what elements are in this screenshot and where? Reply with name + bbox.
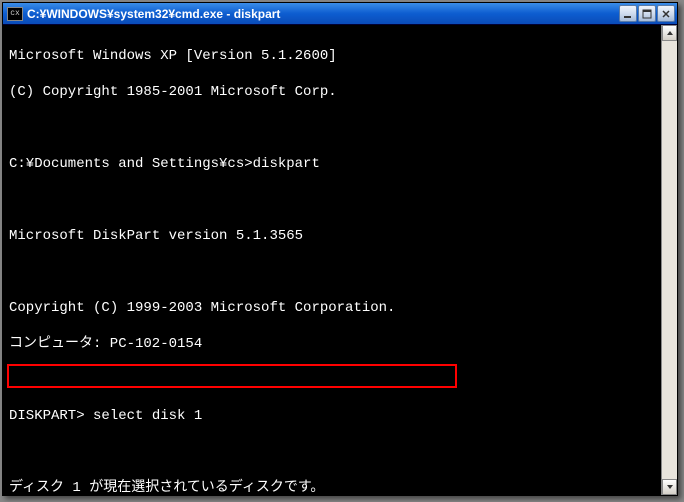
minimize-icon [623,9,633,19]
maximize-button[interactable] [638,5,656,22]
chevron-up-icon [666,29,674,37]
console-line: C:¥Documents and Settings¥cs>diskpart [9,155,655,173]
console-output[interactable]: Microsoft Windows XP [Version 5.1.2600] … [3,25,661,495]
chevron-down-icon [666,483,674,491]
console-line: (C) Copyright 1985-2001 Microsoft Corp. [9,83,655,101]
close-button[interactable] [657,5,675,22]
console-line: DISKPART> select disk 1 [9,407,655,425]
console-line: ディスク 1 が現在選択されているディスクです。 [9,479,655,495]
window-title: C:¥WINDOWS¥system32¥cmd.exe - diskpart [27,7,619,21]
console-line: Microsoft DiskPart version 5.1.3565 [9,227,655,245]
scroll-track[interactable] [662,41,677,479]
maximize-icon [642,9,652,19]
console-line: Microsoft Windows XP [Version 5.1.2600] [9,47,655,65]
console-line: コンピュータ: PC-102-0154 [9,335,655,353]
console-area: Microsoft Windows XP [Version 5.1.2600] … [3,25,677,495]
scroll-up-button[interactable] [662,25,677,41]
window-controls [619,5,675,22]
close-icon [661,9,671,19]
console-line [9,119,655,137]
cmd-window: cx C:¥WINDOWS¥system32¥cmd.exe - diskpar… [2,2,678,496]
scroll-down-button[interactable] [662,479,677,495]
console-line [9,443,655,461]
titlebar[interactable]: cx C:¥WINDOWS¥system32¥cmd.exe - diskpar… [3,3,677,25]
cmd-icon: cx [7,7,23,21]
console-line [9,191,655,209]
console-line: Copyright (C) 1999-2003 Microsoft Corpor… [9,299,655,317]
minimize-button[interactable] [619,5,637,22]
console-line [9,263,655,281]
console-line [9,371,655,389]
vertical-scrollbar[interactable] [661,25,677,495]
